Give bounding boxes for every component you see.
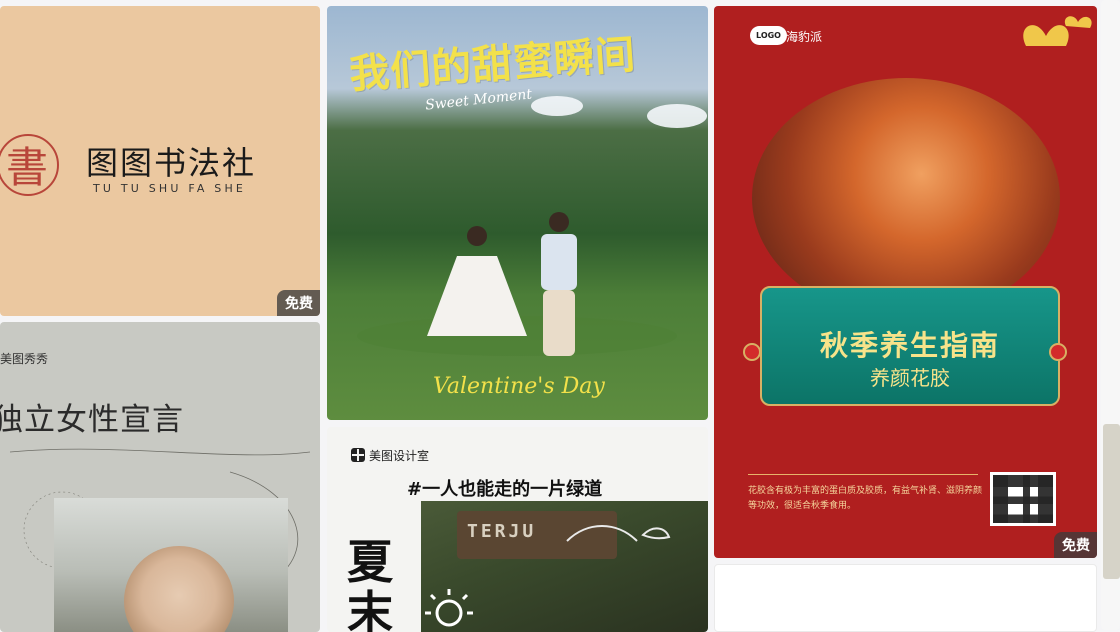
divider <box>748 474 978 475</box>
seal-logo: 書 <box>0 134 59 196</box>
template-card-calligraphy[interactable]: 書 图图书法社 TU TU SHU FA SHE 免费 <box>0 6 320 316</box>
card-tagline: #一人也能走的一片绿道 <box>407 479 603 500</box>
bird-doodle-icon <box>566 525 671 542</box>
brand-label: 美图秀秀 <box>0 352 49 366</box>
card-subtitle: TU TU SHU FA SHE <box>93 182 247 195</box>
brand-text: 美图设计室 <box>369 449 430 463</box>
card-title: 图图书法社 <box>86 144 257 182</box>
big-title-line-2: 末 <box>347 585 393 632</box>
seal-glyph: 書 <box>6 143 48 192</box>
free-badge: 免费 <box>277 290 320 316</box>
template-card-manifesto[interactable]: 美图秀秀 独立女性宣言 <box>0 322 320 632</box>
template-card-summer[interactable]: 美图设计室 #一人也能走的一片绿道 TERJU 夏 末 <box>327 427 708 632</box>
brand-label: 美图设计室 <box>351 447 429 464</box>
template-card-blank[interactable] <box>714 564 1097 632</box>
template-card-autumn-health[interactable]: LOGO 海豹派 秋季养生指南 养颜花胶 花胶含有极为丰富的蛋白质及胶质，有益气… <box>714 6 1097 558</box>
big-title-line-1: 夏 <box>347 535 393 589</box>
ginkgo-leaves-icon <box>1023 16 1092 46</box>
script-bottom: Valentine's Day <box>433 374 605 399</box>
brand-label: 海豹派 <box>786 30 823 44</box>
ornament-icon <box>743 343 1067 361</box>
partial-card[interactable] <box>1103 424 1120 579</box>
sign-text: TERJU <box>467 521 537 542</box>
qr-pattern <box>993 475 1053 523</box>
next-column-edge <box>1101 0 1120 630</box>
card-description: 花胶含有极为丰富的蛋白质及胶质，有益气补肾、滋阴养颜等功效，很适合秋季食用。 <box>748 486 983 512</box>
template-card-valentine[interactable]: 我们的甜蜜瞬间 Sweet Moment Valentine's Day <box>327 6 708 420</box>
sun-icon <box>425 589 473 627</box>
portrait-photo <box>54 498 288 632</box>
big-title: 夏 末 <box>347 537 393 632</box>
grid-icon <box>351 448 365 462</box>
qr-code <box>990 472 1056 526</box>
product-photo <box>752 78 1060 318</box>
free-badge: 免费 <box>1054 532 1097 558</box>
couple-illustration <box>357 212 677 356</box>
portrait-face <box>124 546 234 632</box>
logo-badge: LOGO <box>750 26 787 45</box>
